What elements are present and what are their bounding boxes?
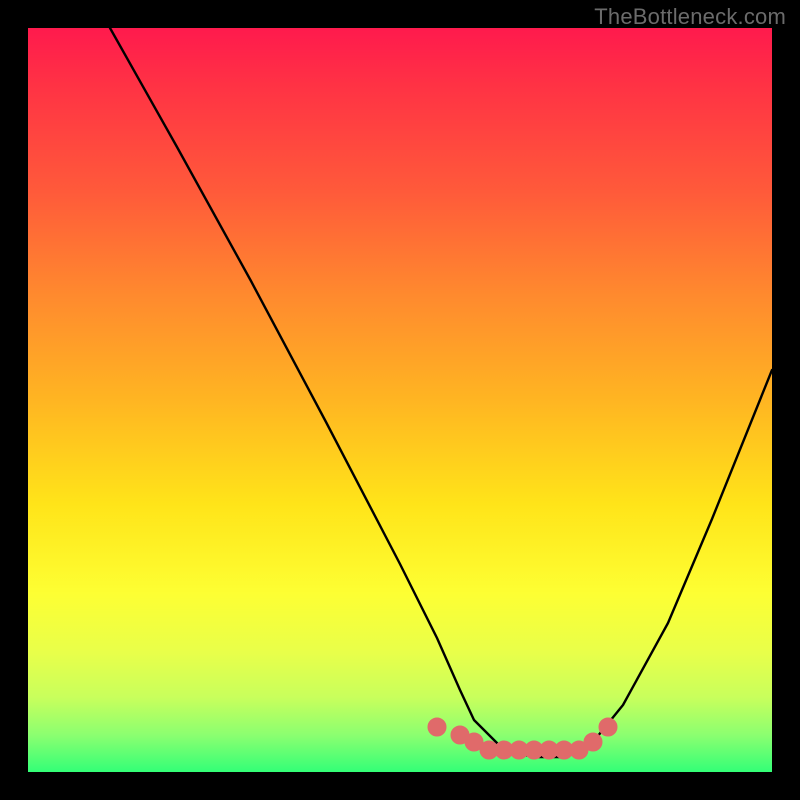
marker-band: [428, 718, 617, 759]
chart-svg: [28, 28, 772, 772]
plot-area: [28, 28, 772, 772]
watermark-text: TheBottleneck.com: [594, 4, 786, 30]
chart-frame: TheBottleneck.com: [0, 0, 800, 800]
bottleneck-curve: [110, 28, 772, 757]
